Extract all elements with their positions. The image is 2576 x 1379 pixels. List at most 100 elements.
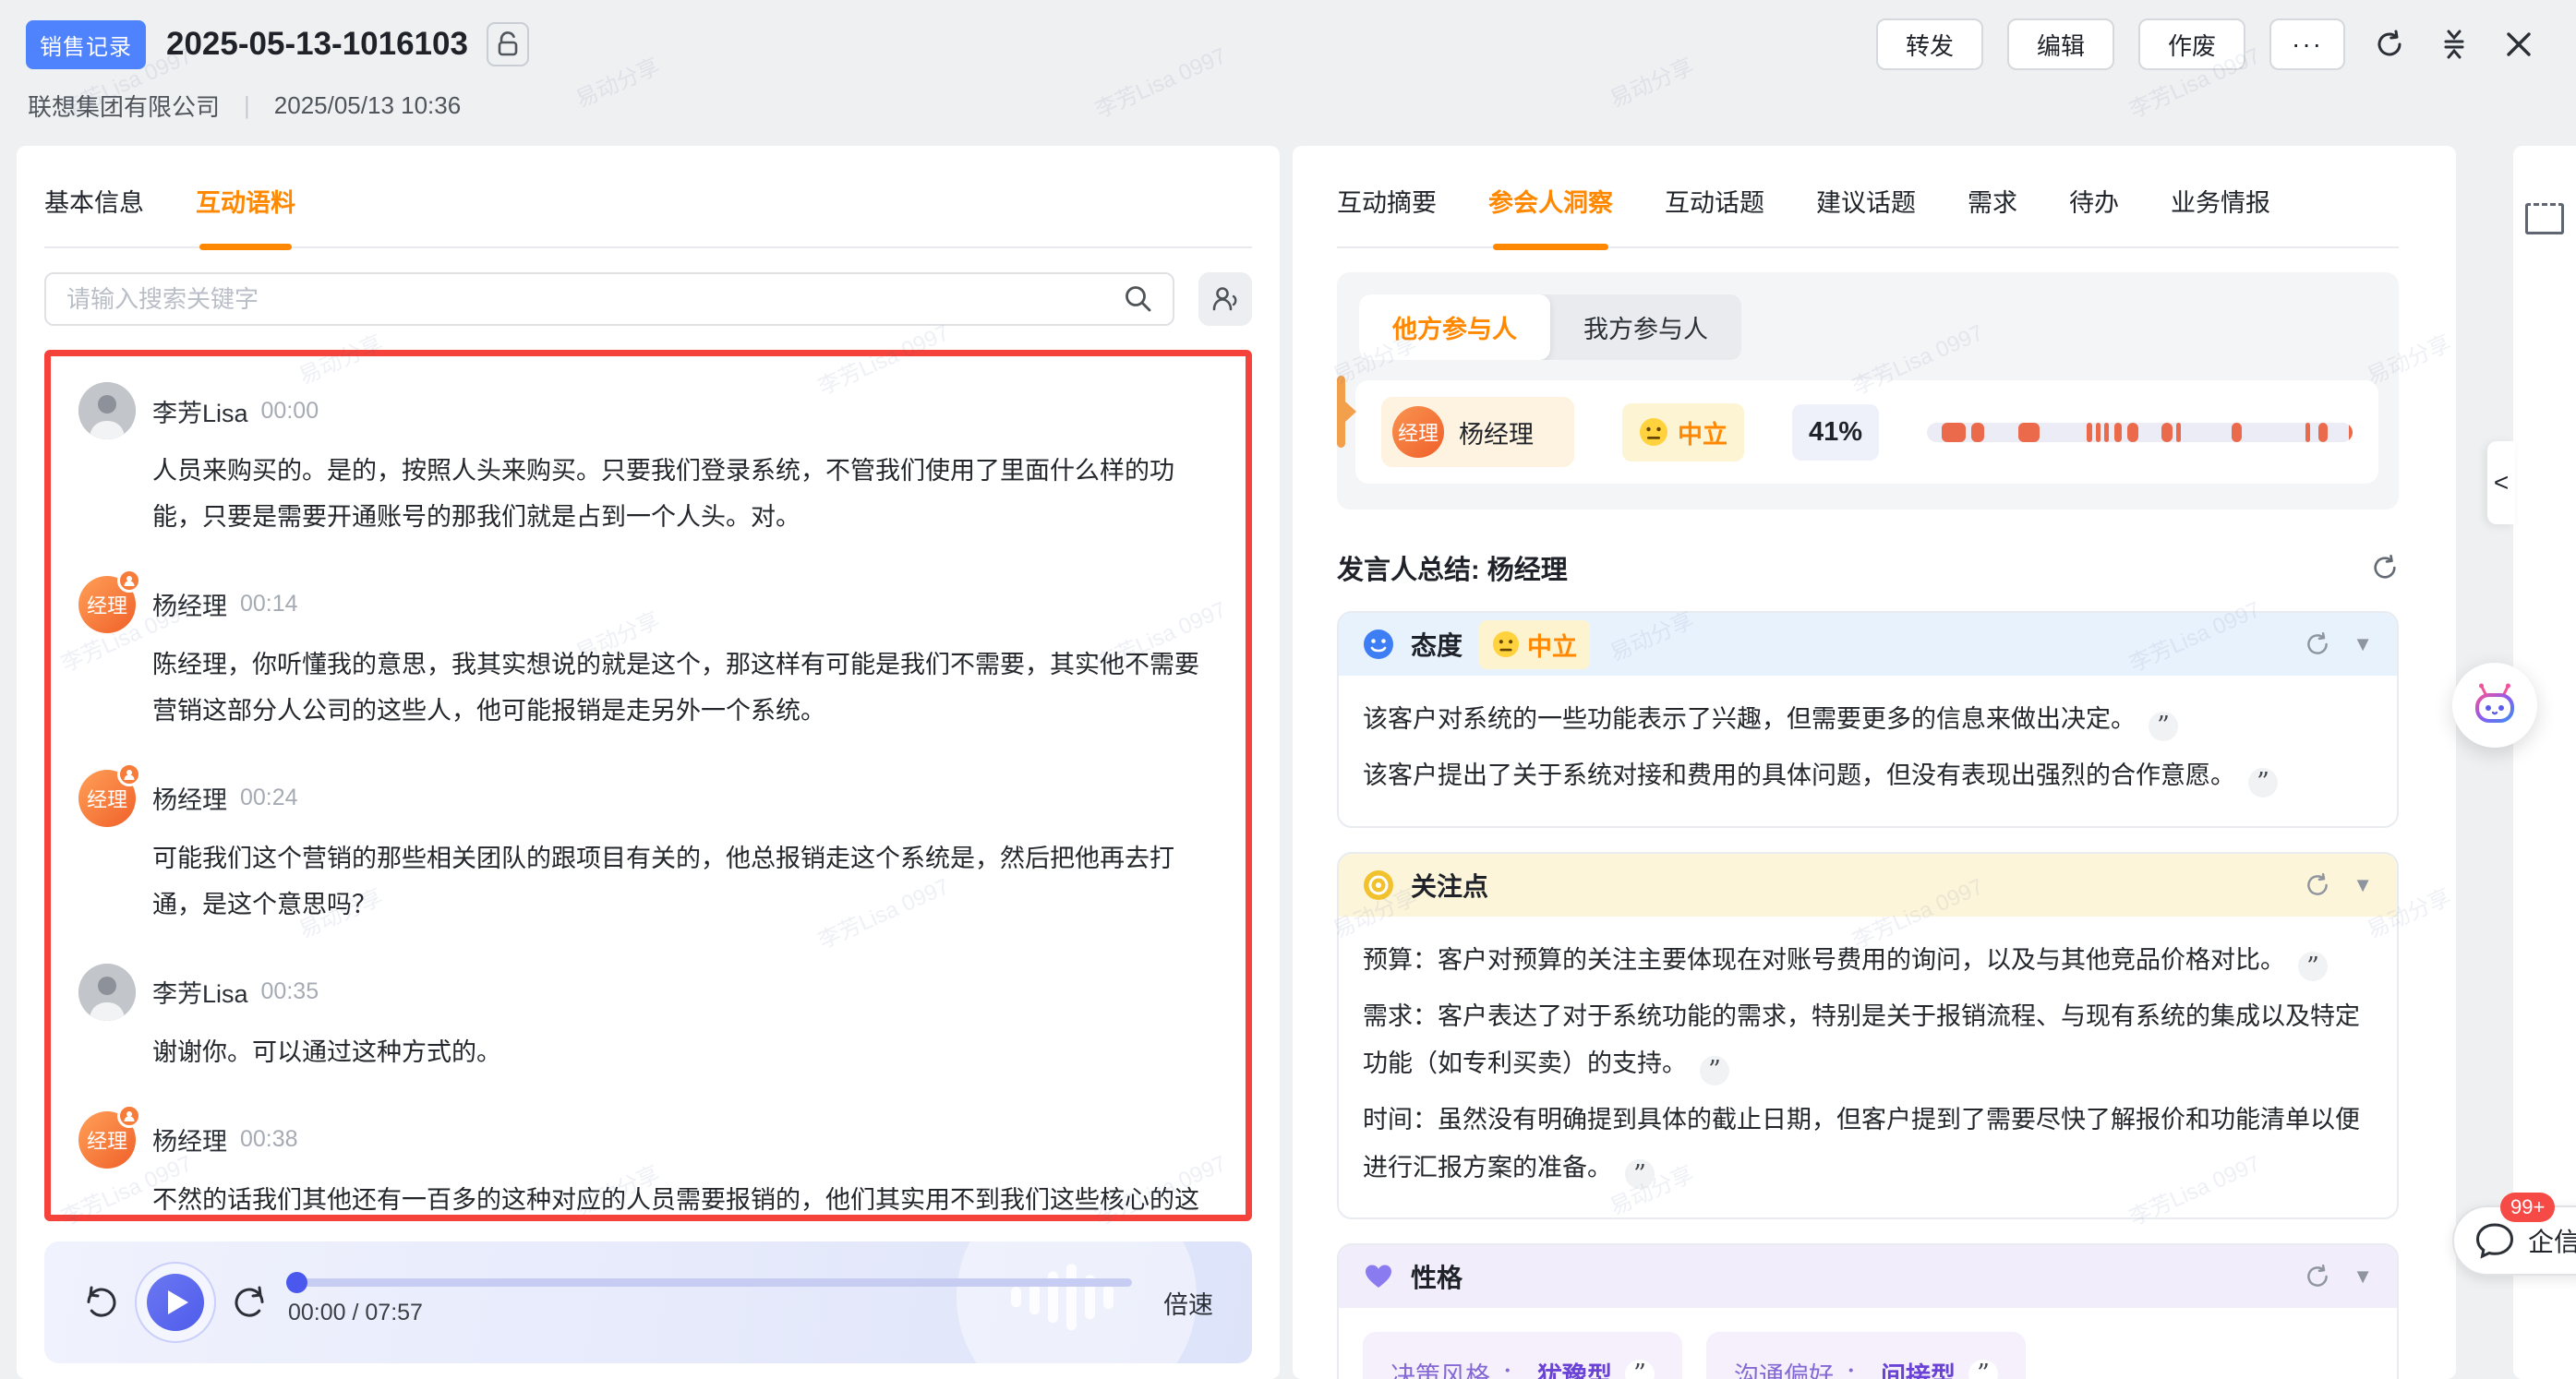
quote-jump-icon[interactable]: ” bbox=[2298, 952, 2328, 981]
left-tab[interactable]: 互动语料 bbox=[196, 183, 295, 222]
search-input[interactable] bbox=[44, 272, 1174, 326]
right-tab[interactable]: 待办 bbox=[2069, 183, 2119, 222]
qixin-chat-widget[interactable]: 99+ 企信 bbox=[2452, 1205, 2576, 1276]
participant-side-segment[interactable]: 我方参与人 bbox=[1550, 294, 1741, 360]
right-tab[interactable]: 需求 bbox=[1968, 183, 2017, 222]
speaker-name: 杨经理 bbox=[152, 586, 227, 622]
quote-jump-icon[interactable]: ” bbox=[1700, 1056, 1729, 1085]
speaking-timeline[interactable] bbox=[1927, 423, 2353, 442]
chevron-down-icon[interactable]: ▼ bbox=[2353, 632, 2373, 656]
more-button[interactable]: ··· bbox=[2269, 18, 2345, 70]
quote-jump-icon[interactable]: ” bbox=[1968, 1360, 1998, 1379]
collapse-icon[interactable] bbox=[2434, 24, 2474, 65]
left-tab-bar: 基本信息 互动语料 bbox=[44, 146, 1252, 248]
message-timestamp[interactable]: 00:24 bbox=[240, 785, 298, 811]
left-tab[interactable]: 基本信息 bbox=[44, 183, 144, 222]
quote-jump-icon[interactable]: ” bbox=[1625, 1159, 1655, 1189]
timeline-segment bbox=[2176, 423, 2181, 442]
insight-panel: 互动摘要 参会人洞察 互动话题 建议话题 需求 待办 业务情报 他方参与人 我方… bbox=[1293, 146, 2456, 1379]
message-item: 经理 杨经理 00:38 不然的话我们其他还有一百多的这种对应的人员需要报销的，… bbox=[78, 1111, 1218, 1221]
refresh-icon[interactable] bbox=[2369, 24, 2410, 65]
message-timestamp[interactable]: 00:00 bbox=[261, 398, 319, 425]
right-tab[interactable]: 互动摘要 bbox=[1337, 183, 1437, 222]
window-icon[interactable] bbox=[2525, 203, 2564, 234]
chevron-down-icon[interactable]: ▼ bbox=[2353, 873, 2373, 897]
audio-progress-bar[interactable] bbox=[288, 1278, 1132, 1287]
search-icon[interactable] bbox=[1123, 283, 1154, 315]
panel-collapse-tab[interactable]: < bbox=[2487, 441, 2515, 524]
message-item: 经理 杨经理 00:24 可能我们这个营销的那些相关团队的跟项目有关的，他总报销… bbox=[78, 770, 1218, 929]
timeline-segment bbox=[2349, 423, 2353, 442]
attitude-refresh-icon[interactable] bbox=[2305, 631, 2330, 657]
timeline-segment bbox=[2096, 423, 2101, 442]
timeline-segment bbox=[2305, 423, 2310, 442]
personality-tag: 决策风格 ： 犹豫型 ” bbox=[1363, 1332, 1682, 1379]
right-tab-bar: 互动摘要 参会人洞察 互动话题 建议话题 需求 待办 业务情报 bbox=[1337, 146, 2399, 248]
quote-jump-icon[interactable]: ” bbox=[2149, 712, 2178, 741]
subtitle-divider: | bbox=[244, 91, 250, 120]
manager-role-avatar: 经理 bbox=[1392, 406, 1444, 458]
timeline-segment bbox=[2018, 423, 2040, 442]
message-text: 谢谢你。可以通过这种方式的。 bbox=[152, 1030, 1218, 1076]
speaker-filter-button[interactable] bbox=[1198, 272, 1252, 326]
focus-refresh-icon[interactable] bbox=[2305, 872, 2330, 898]
play-button[interactable] bbox=[147, 1274, 204, 1331]
focus-line: 需求：客户表达了对于系统功能的需求，特别是关于报销流程、与现有系统的集成以及特定… bbox=[1363, 993, 2373, 1088]
timeline-segment bbox=[2318, 423, 2328, 442]
participant-expand-handle[interactable] bbox=[1337, 376, 1345, 448]
right-tab[interactable]: 业务情报 bbox=[2171, 183, 2270, 222]
heart-icon bbox=[1363, 1261, 1394, 1292]
message-timestamp[interactable]: 00:38 bbox=[240, 1126, 298, 1153]
rewind-icon[interactable] bbox=[83, 1285, 118, 1320]
play-icon bbox=[168, 1290, 188, 1314]
transcript-highlight-box: 李芳Lisa 00:00 人员来购买的。是的，按照人头来购买。只要我们登录系统，… bbox=[44, 350, 1252, 1221]
attitude-line: 该客户对系统的一些功能表示了兴趣，但需要更多的信息来做出决定。” bbox=[1363, 696, 2373, 743]
unlock-icon[interactable] bbox=[487, 22, 529, 66]
personality-refresh-icon[interactable] bbox=[2305, 1264, 2330, 1289]
right-tab[interactable]: 建议话题 bbox=[1816, 183, 1916, 222]
edit-button[interactable]: 编辑 bbox=[2007, 18, 2114, 70]
void-button[interactable]: 作废 bbox=[2138, 18, 2245, 70]
timeline-segment bbox=[2087, 423, 2092, 442]
speaker-name: 杨经理 bbox=[152, 1121, 227, 1157]
message-text: 人员来购买的。是的，按照人头来购买。只要我们登录系统，不管我们使用了里面什么样的… bbox=[152, 449, 1218, 541]
participant-side-segment[interactable]: 他方参与人 bbox=[1359, 294, 1550, 360]
right-tab[interactable]: 互动话题 bbox=[1665, 183, 1764, 222]
robot-icon bbox=[2471, 681, 2519, 729]
close-icon[interactable] bbox=[2498, 24, 2539, 65]
quote-jump-icon[interactable]: ” bbox=[2248, 768, 2278, 797]
message-text: 可能我们这个营销的那些相关团队的跟项目有关的，他总报销走这个系统是，然后把他再去… bbox=[152, 836, 1218, 929]
company-name: 联想集团有限公司 bbox=[28, 89, 220, 123]
focus-title: 关注点 bbox=[1411, 867, 1488, 904]
speaker-name: 李芳Lisa bbox=[152, 393, 248, 429]
audio-progress-knob[interactable] bbox=[286, 1272, 307, 1293]
speaker-avatar: 经理 bbox=[78, 770, 136, 827]
timeline-segment bbox=[2127, 423, 2138, 442]
ai-assistant-button[interactable] bbox=[2452, 663, 2537, 748]
neutral-face-icon bbox=[1639, 417, 1668, 447]
chevron-down-icon[interactable]: ▼ bbox=[2353, 1265, 2373, 1289]
forward-seek-icon[interactable] bbox=[233, 1285, 268, 1320]
attitude-title: 态度 bbox=[1411, 626, 1463, 663]
page-title: 2025-05-13-1016103 bbox=[166, 26, 468, 63]
participant-row[interactable]: 经理 杨经理 中立 41% bbox=[1355, 380, 2378, 484]
message-item: 李芳Lisa 00:35 谢谢你。可以通过这种方式的。 bbox=[78, 964, 1218, 1076]
summary-refresh-icon[interactable] bbox=[2371, 554, 2399, 582]
attitude-line: 该客户提出了关于系统对接和费用的具体问题，但没有表现出强烈的合作意愿。” bbox=[1363, 752, 2373, 799]
message-timestamp[interactable]: 00:35 bbox=[261, 978, 319, 1005]
smiley-icon bbox=[1363, 629, 1394, 660]
right-tab[interactable]: 参会人洞察 bbox=[1488, 183, 1613, 222]
timeline-segment bbox=[1971, 423, 1984, 442]
speaker-summary-title: 发言人总结: 杨经理 bbox=[1337, 548, 1568, 587]
message-text: 陈经理，你听懂我的意思，我其实想说的就是这个，那这样有可能是我们不需要，其实他不… bbox=[152, 642, 1218, 735]
message-item: 李芳Lisa 00:00 人员来购买的。是的，按照人头来购买。只要我们登录系统，… bbox=[78, 382, 1218, 541]
message-item: 经理 杨经理 00:14 陈经理，你听懂我的意思，我其实想说的就是这个，那这样有… bbox=[78, 576, 1218, 735]
quote-jump-icon[interactable]: ” bbox=[1625, 1360, 1655, 1379]
person-photo-icon bbox=[78, 964, 136, 1021]
forward-button[interactable]: 转发 bbox=[1876, 18, 1983, 70]
qixin-label: 企信 bbox=[2528, 1222, 2576, 1259]
timeline-segment bbox=[2114, 423, 2122, 442]
focus-line: 时间：虽然没有明确提到具体的截止日期，但客户提到了需要尽快了解报价和功能清单以便… bbox=[1363, 1097, 2373, 1192]
message-timestamp[interactable]: 00:14 bbox=[240, 591, 298, 618]
playback-speed-button[interactable]: 倍速 bbox=[1163, 1285, 1213, 1321]
